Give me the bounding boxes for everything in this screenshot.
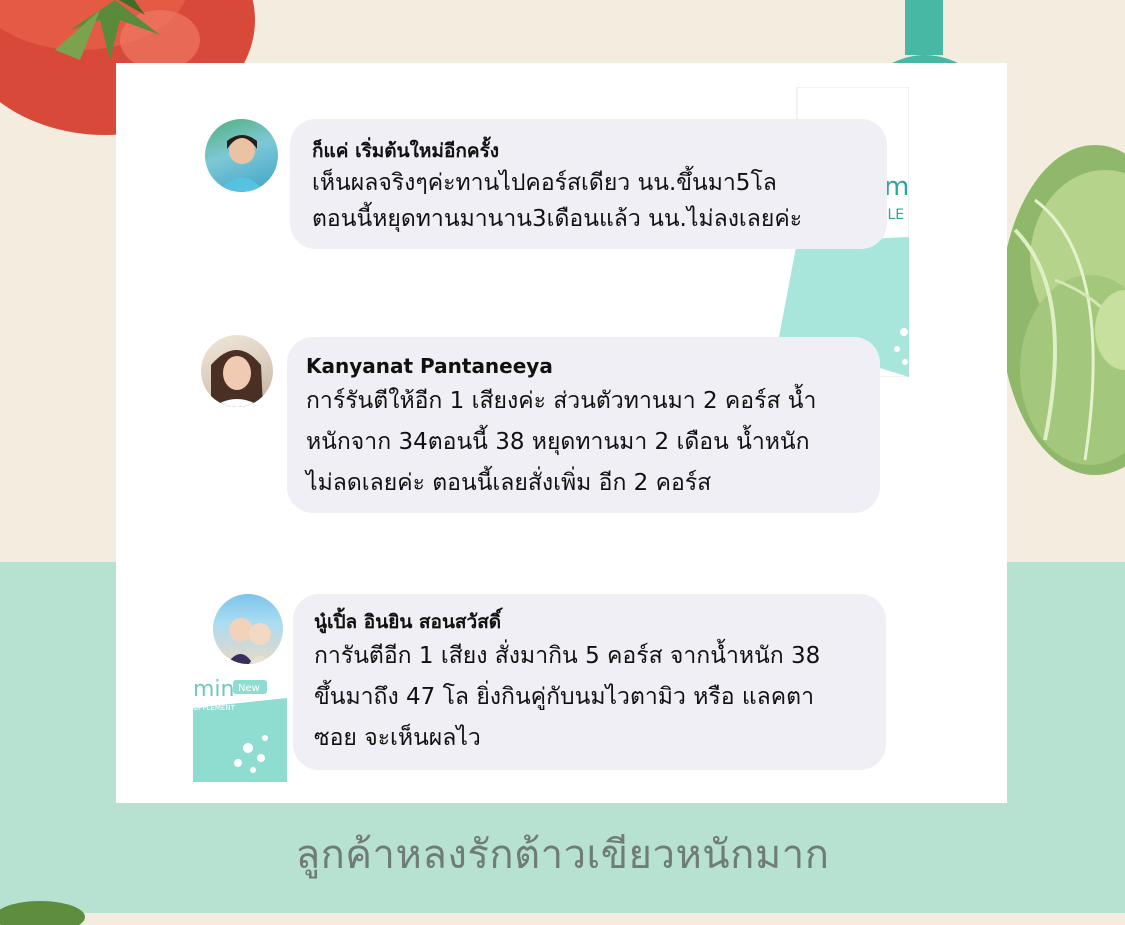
cabbage-illustration bbox=[1000, 145, 1125, 475]
product-label-bottom: min bbox=[193, 677, 235, 702]
person-avatar-icon bbox=[211, 350, 263, 407]
comment-bubble: ก็แค่ เริ่มต้นใหม่อีกครั้ง เห็นผลจริงๆค่… bbox=[290, 119, 887, 249]
product-label-top: m bbox=[884, 172, 909, 202]
comment-text-line: เห็นผลจริงๆค่ะทานไปคอร์สเดียว นน.ขึ้นมา5… bbox=[312, 170, 777, 196]
comment-text-line: ซอย จะเห็นผลไว bbox=[314, 725, 481, 751]
product-badge: New bbox=[238, 683, 260, 694]
leaf-illustration bbox=[0, 901, 85, 925]
commenter-name[interactable]: นู๋เปิ้ล อินยิน สอนสวัสดิ์ bbox=[314, 608, 886, 636]
person-avatar-icon bbox=[227, 618, 273, 664]
bottle-illustration bbox=[880, 0, 970, 70]
comment-text-line: หนักจาก 34ตอนนี้ 38 หยุดทานมา 2 เดือน น้… bbox=[306, 429, 810, 455]
comment-bubble: นู๋เปิ้ล อินยิน สอนสวัสดิ์ การันตีอีก 1 … bbox=[293, 594, 886, 770]
avatar[interactable] bbox=[201, 335, 273, 407]
commenter-name[interactable]: Kanyanat Pantaneeya bbox=[306, 351, 880, 381]
person-avatar-icon bbox=[219, 135, 265, 192]
product-sublabel-bottom: UPPLEMENT bbox=[193, 704, 236, 712]
comment-text-line: การันตีอีก 1 เสียง สั่งมากิน 5 คอร์ส จาก… bbox=[314, 643, 821, 669]
commenter-name[interactable]: ก็แค่ เริ่มต้นใหม่อีกครั้ง bbox=[312, 137, 887, 165]
comment-bubble: Kanyanat Pantaneeya การ์รันตีให้อีก 1 เส… bbox=[287, 337, 880, 513]
comment-text-line: การ์รันตีให้อีก 1 เสียงค่ะ ส่วนตัวทานมา … bbox=[306, 388, 817, 414]
avatar[interactable] bbox=[213, 594, 283, 664]
comment-text-line: ตอนนี้หยุดทานมานาน3เดือนแล้ว นน.ไม่ลงเลย… bbox=[312, 206, 803, 232]
comment-text-line: ขึ้นมาถึง 47 โล ยิ่งกินคู่กับนมไวตามิว ห… bbox=[314, 684, 814, 710]
caption-text: ลูกค้าหลงรักต้าวเขียวหนักมาก bbox=[295, 832, 830, 878]
comment-text-line: ไม่ลดเลยค่ะ ตอนนี้เลยสั่งเพิ่ม อีก 2 คอร… bbox=[306, 470, 712, 496]
avatar[interactable] bbox=[205, 119, 278, 192]
